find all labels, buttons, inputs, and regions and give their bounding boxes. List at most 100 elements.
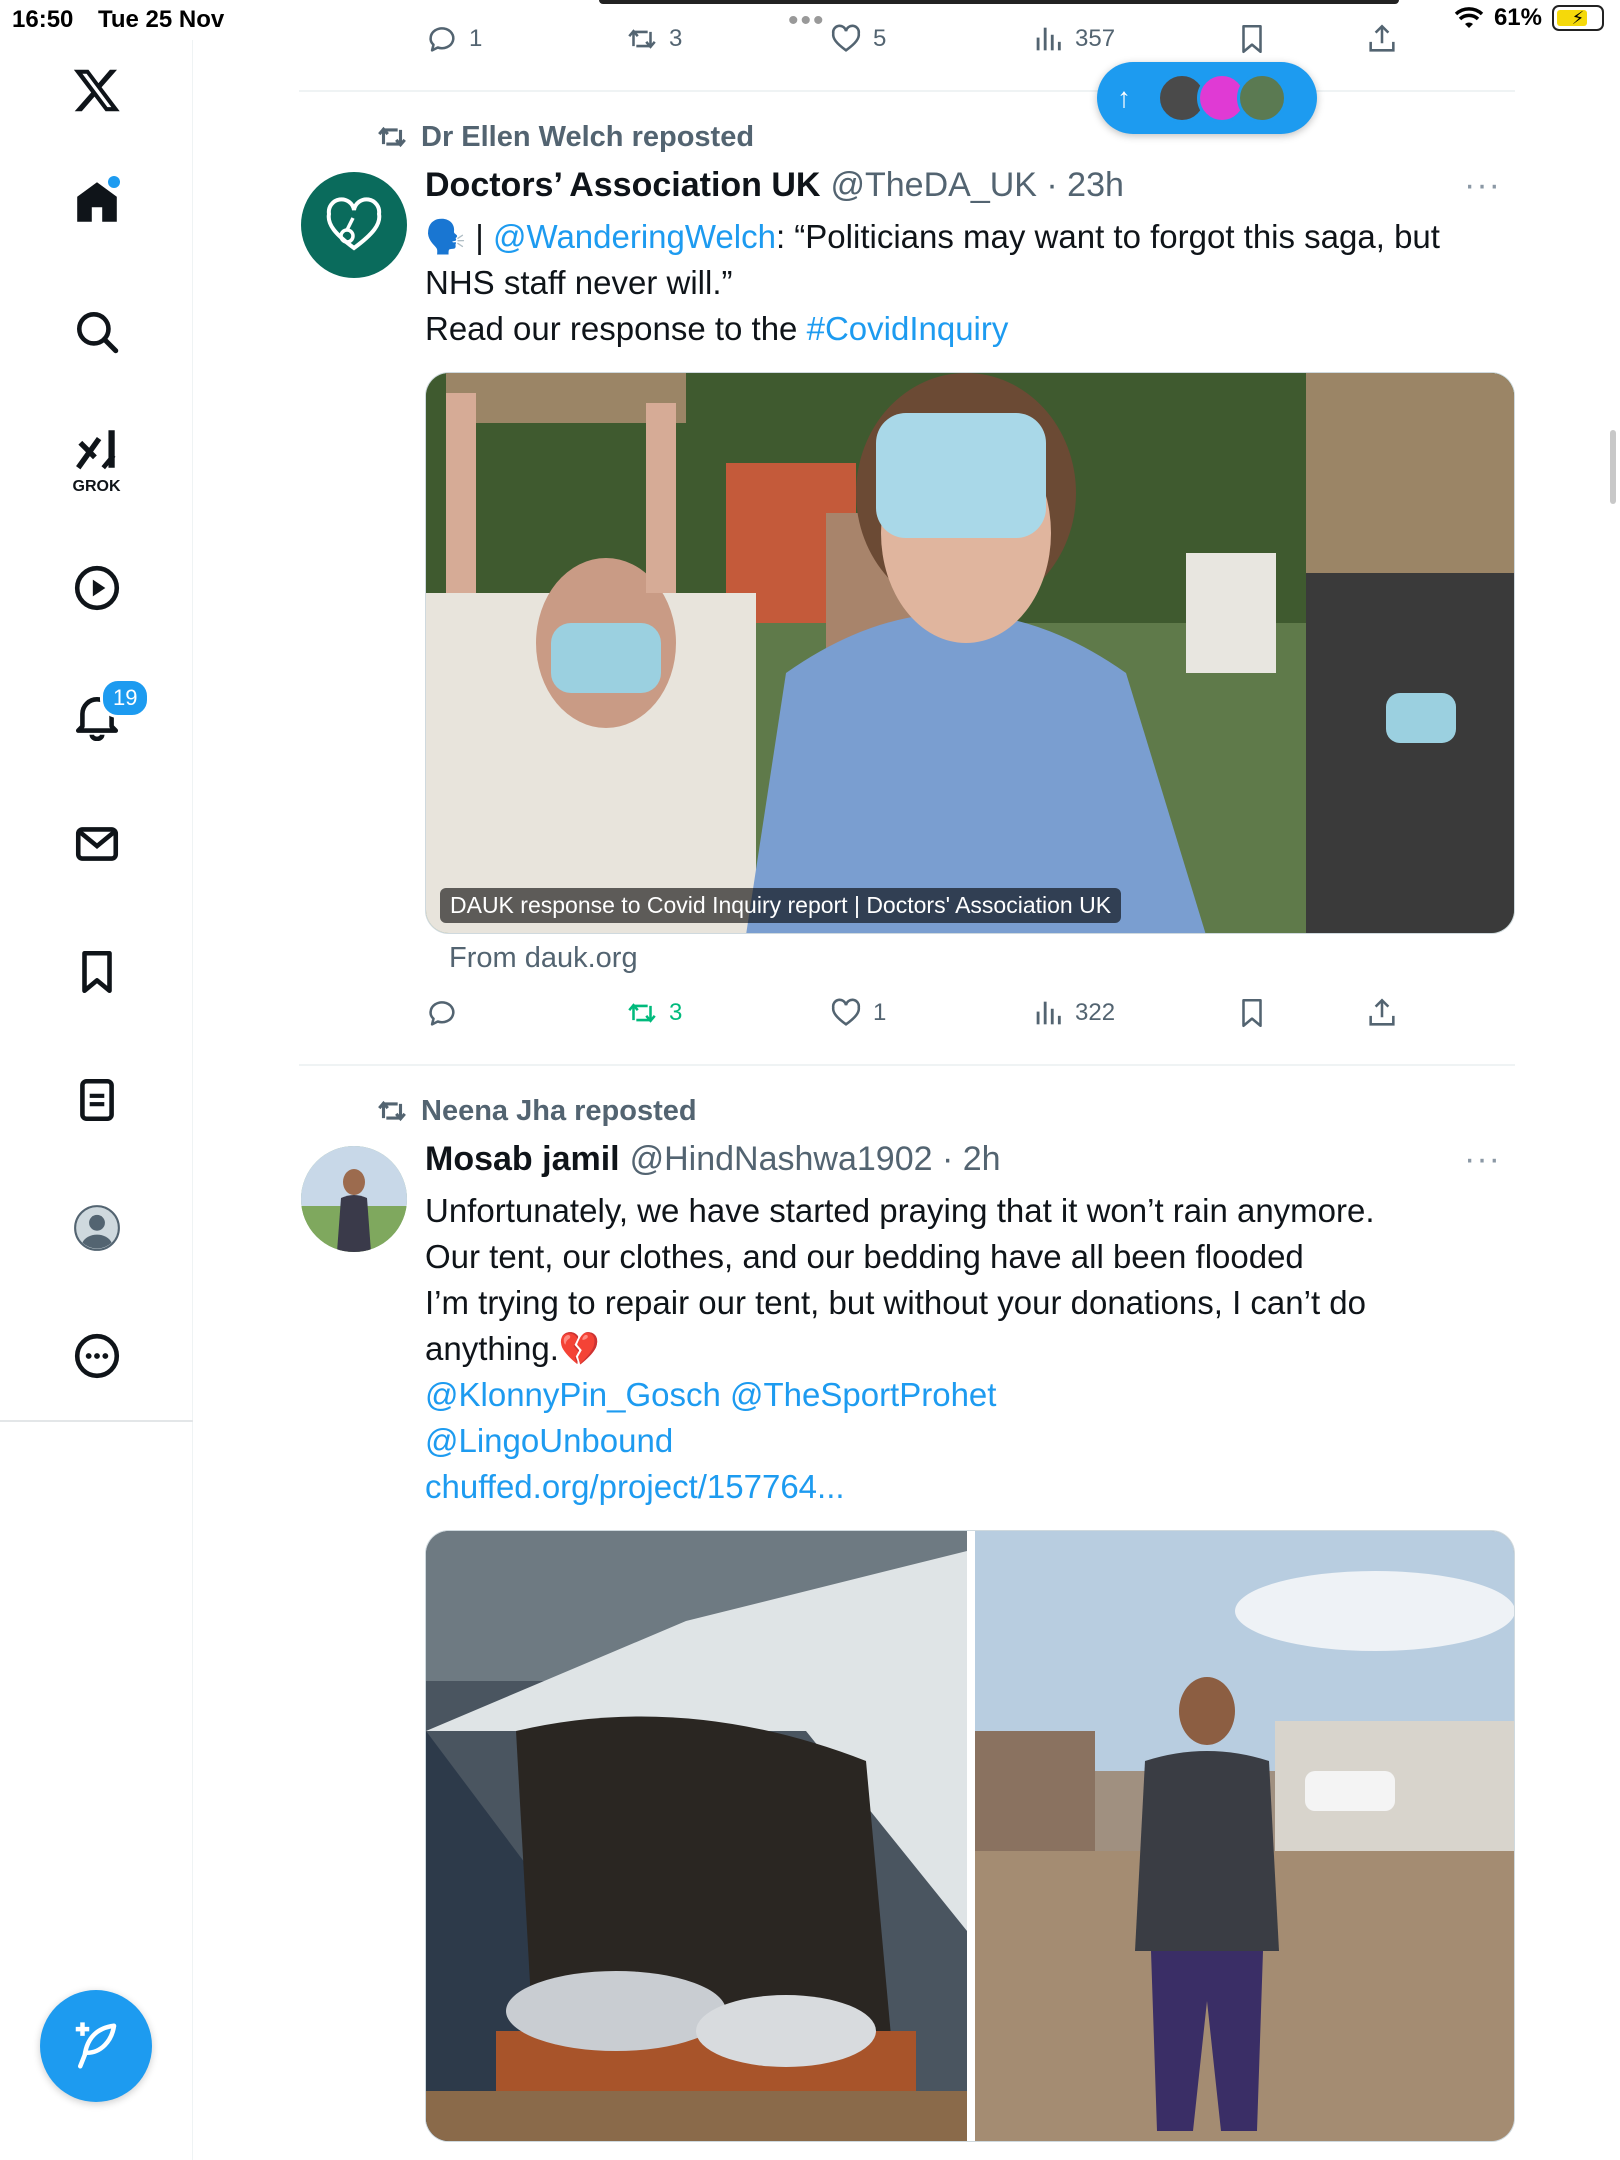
tweet-divider <box>299 90 1515 92</box>
bookmark-icon <box>1242 998 1262 1028</box>
repost-attribution-text: Dr Ellen Welch reposted <box>421 120 755 153</box>
like-button[interactable]: 1 <box>829 996 886 1030</box>
author-name[interactable]: Doctors’ Association UK <box>425 166 820 205</box>
response-text: Read our response to the <box>425 310 807 347</box>
sidebar-item-profile[interactable] <box>0 1188 193 1268</box>
sidebar-item-lists[interactable] <box>0 1060 193 1140</box>
like-count: 1 <box>873 999 887 1026</box>
tweet-header: Doctors’ Association UK @TheDA_UK · 23h <box>425 166 1124 205</box>
bookmark-icon <box>81 950 112 994</box>
grok-label: GROK <box>72 478 121 495</box>
like-icon <box>831 24 861 52</box>
repost-count: 3 <box>669 999 683 1026</box>
like-icon <box>831 998 861 1026</box>
stethoscope-heart-icon <box>326 197 382 251</box>
bookmark-button[interactable] <box>1235 22 1269 56</box>
profile-icon <box>73 1205 120 1251</box>
views-count: 322 <box>1075 999 1116 1026</box>
like-count: 5 <box>873 25 887 52</box>
sidebar-item-notifications[interactable]: 19 <box>0 676 193 756</box>
card-caption: DAUK response to Covid Inquiry report | … <box>440 888 1122 923</box>
donation-link[interactable]: chuffed.org/project/157764... <box>425 1468 845 1505</box>
share-button[interactable] <box>1365 996 1399 1030</box>
tweet-line: Our tent, our clothes, and our bedding h… <box>425 1238 1304 1275</box>
tent-photo[interactable] <box>426 1531 967 2142</box>
mention-link[interactable]: @WanderingWelch <box>493 218 776 255</box>
tweet-line: I’m trying to repair our tent, but witho… <box>425 1284 1366 1321</box>
views-icon <box>1036 27 1061 51</box>
link-card[interactable]: DAUK response to Covid Inquiry report | … <box>425 372 1515 934</box>
card-source[interactable]: From dauk.org <box>449 942 638 975</box>
timeline: 1 3 5 357 Dr Ellen Welch reposted Doctor… <box>299 0 1515 2160</box>
sidebar-item-messages[interactable] <box>0 804 193 884</box>
scrollbar[interactable] <box>1610 430 1616 504</box>
avatar[interactable] <box>301 1146 407 1252</box>
notifications-badge: 19 <box>100 678 151 718</box>
tweet-media-grid <box>425 1530 1515 2142</box>
share-button[interactable] <box>1365 22 1399 56</box>
sidebar-item-explore[interactable] <box>0 292 193 372</box>
sidebar-item-video[interactable] <box>0 548 193 628</box>
repost-button[interactable]: 3 <box>625 22 682 56</box>
repost-icon <box>628 1003 656 1023</box>
sidebar-item-home[interactable] <box>0 162 193 242</box>
profile-photo <box>301 1146 407 1252</box>
sidebar-item-bookmarks[interactable] <box>0 932 193 1012</box>
list-icon <box>79 1078 114 1122</box>
arrow-up-icon: ↑ <box>1117 82 1131 113</box>
tweet-divider <box>299 1064 1515 1066</box>
sidebar-divider <box>0 1420 193 1422</box>
tweet-line: anything.💔 <box>425 1330 601 1367</box>
play-icon <box>74 565 119 611</box>
tweet-header: Mosab jamil @HindNashwa1902 · 2h <box>425 1140 1001 1179</box>
grok-icon <box>75 430 115 470</box>
status-date: Tue 25 Nov <box>98 6 225 33</box>
more-options-button[interactable]: ··· <box>1464 1140 1501 1179</box>
mention-links[interactable]: @KlonnyPin_Gosch @TheSportProhet <box>425 1376 996 1413</box>
repost-count: 3 <box>669 25 683 52</box>
repost-attribution[interactable]: Dr Ellen Welch reposted <box>375 120 754 154</box>
mail-icon <box>75 827 118 861</box>
x-logo-icon <box>73 69 120 112</box>
more-options-button[interactable]: ··· <box>1464 166 1501 205</box>
hashtag-link[interactable]: #CovidInquiry <box>807 310 1009 347</box>
x-logo-button[interactable] <box>0 50 193 130</box>
reply-button[interactable]: 1 <box>425 22 482 56</box>
sidebar-item-grok[interactable]: GROK <box>0 420 193 500</box>
sidebar: GROK 19 <box>0 40 193 2160</box>
battery-icon: ⚡ <box>1552 5 1604 31</box>
views-count: 357 <box>1075 25 1116 52</box>
text-separator: | <box>466 218 494 255</box>
share-icon <box>1369 24 1395 52</box>
reply-button[interactable] <box>425 996 469 1030</box>
repost-icon <box>628 29 656 49</box>
author-name[interactable]: Mosab jamil <box>425 1140 620 1179</box>
search-icon <box>76 312 118 354</box>
bookmark-icon <box>1242 24 1262 54</box>
reply-icon <box>429 1001 455 1026</box>
man-camp-photo[interactable] <box>975 1531 1515 2142</box>
mention-link[interactable]: @LingoUnbound <box>425 1422 673 1459</box>
author-handle[interactable]: @TheDA_UK · 23h <box>830 166 1123 205</box>
bookmark-button[interactable] <box>1235 996 1269 1030</box>
share-icon <box>1369 998 1395 1026</box>
repost-attribution-text: Neena Jha reposted <box>421 1094 697 1127</box>
repost-button[interactable]: 3 <box>625 996 682 1030</box>
repost-icon <box>378 126 406 148</box>
new-posts-button[interactable]: ↑ <box>1097 62 1317 134</box>
tweet-line: Unfortunately, we have started praying t… <box>425 1192 1375 1229</box>
more-circle-icon <box>74 1333 119 1379</box>
repost-attribution[interactable]: Neena Jha reposted <box>375 1094 697 1128</box>
sidebar-item-more[interactable] <box>0 1316 193 1396</box>
views-button[interactable]: 357 <box>1031 22 1115 56</box>
tweet-text: 🗣️ | @WanderingWelch: “Politicians may w… <box>425 214 1485 352</box>
tweet-actions: 3 1 322 <box>425 996 1515 1036</box>
author-handle[interactable]: @HindNashwa1902 · 2h <box>630 1140 1001 1179</box>
compose-button[interactable] <box>40 1990 152 2102</box>
views-icon <box>1036 1001 1061 1025</box>
views-button[interactable]: 322 <box>1031 996 1115 1030</box>
previous-tweet-media-edge <box>599 0 1399 4</box>
home-unread-dot <box>108 176 120 188</box>
like-button[interactable]: 5 <box>829 22 886 56</box>
avatar[interactable] <box>301 172 407 278</box>
